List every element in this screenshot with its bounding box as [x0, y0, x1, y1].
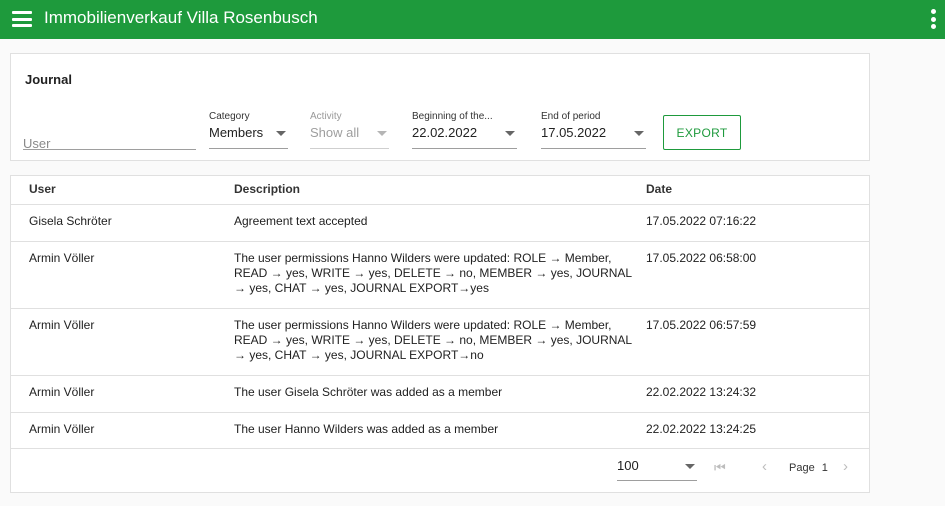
beginning-label: Beginning of the... [412, 111, 493, 122]
dropdown-arrow-icon [505, 131, 515, 136]
export-button[interactable]: EXPORT [663, 115, 741, 150]
journal-filter-card: Journal User Category Members Activity S… [10, 53, 870, 161]
table-row[interactable]: Gisela Schröter Agreement text accepted … [11, 205, 869, 242]
table-row[interactable]: Armin Völler The user Gisela Schröter wa… [11, 376, 869, 413]
row-date: 17.05.2022 07:16:22 [646, 214, 757, 228]
header-user: User [29, 182, 56, 196]
field-underline [23, 149, 196, 150]
page-label: Page [789, 462, 815, 474]
dropdown-arrow-icon [377, 131, 387, 136]
table-pager: 100 ⏮ ‹ Page 1 › [11, 449, 869, 493]
table-row[interactable]: Armin Völler The user permissions Hanno … [11, 309, 869, 376]
activity-label: Activity [310, 111, 342, 122]
first-page-icon[interactable]: ⏮ [714, 460, 726, 476]
end-label: End of period [541, 111, 601, 122]
row-description: The user Hanno Wilders was added as a me… [234, 422, 499, 436]
field-underline [412, 148, 517, 149]
row-description: The user Gisela Schröter was added as a … [234, 385, 503, 399]
beginning-value: 22.02.2022 [412, 125, 478, 140]
table-header-row: User Description Date [11, 176, 869, 205]
row-description: Agreement text accepted [234, 214, 368, 228]
category-select[interactable]: Category Members [209, 111, 288, 149]
row-user: Gisela Schröter [29, 214, 112, 228]
row-user: Armin Völler [29, 318, 95, 332]
table-row[interactable]: Armin Völler The user Hanno Wilders was … [11, 413, 869, 449]
activity-value: Show all [310, 125, 360, 140]
end-value: 17.05.2022 [541, 125, 607, 140]
field-underline [617, 480, 697, 481]
more-vert-icon[interactable] [931, 9, 937, 31]
row-date: 22.02.2022 13:24:25 [646, 422, 757, 436]
row-user: Armin Völler [29, 251, 95, 265]
chevron-left-icon[interactable]: ‹ [762, 458, 767, 475]
dropdown-arrow-icon [634, 131, 644, 136]
row-description: The user permissions Hanno Wilders were … [234, 251, 632, 295]
chevron-right-icon[interactable]: › [843, 458, 848, 475]
category-label: Category [209, 111, 250, 122]
table-row[interactable]: Armin Völler The user permissions Hanno … [11, 242, 869, 309]
row-date: 17.05.2022 06:58:00 [646, 251, 757, 265]
row-date: 22.02.2022 13:24:32 [646, 385, 757, 399]
row-description: The user permissions Hanno Wilders were … [234, 318, 632, 362]
header-description: Description [234, 182, 301, 196]
page-size-select[interactable]: 100 [617, 458, 697, 481]
app-title: Immobilienverkauf Villa Rosenbusch [44, 8, 318, 27]
app-bar: Immobilienverkauf Villa Rosenbusch [0, 0, 945, 39]
dropdown-arrow-icon [685, 464, 695, 469]
field-underline [310, 148, 389, 149]
user-filter-input[interactable]: User [23, 124, 196, 151]
page-size-value: 100 [617, 458, 639, 473]
beginning-date-select[interactable]: Beginning of the... 22.02.2022 [412, 111, 517, 149]
page-indicator: Page 1 [789, 462, 828, 474]
header-date: Date [646, 182, 673, 196]
row-user: Armin Völler [29, 422, 95, 436]
end-date-select[interactable]: End of period 17.05.2022 [541, 111, 646, 149]
category-value: Members [209, 125, 264, 140]
journal-table: User Description Date Gisela Schröter Ag… [10, 175, 870, 493]
field-underline [209, 148, 288, 149]
menu-icon[interactable] [12, 11, 32, 27]
row-user: Armin Völler [29, 385, 95, 399]
row-date: 17.05.2022 06:57:59 [646, 318, 757, 332]
field-underline [541, 148, 646, 149]
page-number: 1 [821, 462, 828, 474]
activity-select: Activity Show all [310, 111, 389, 149]
card-title: Journal [25, 72, 72, 87]
dropdown-arrow-icon [276, 131, 286, 136]
